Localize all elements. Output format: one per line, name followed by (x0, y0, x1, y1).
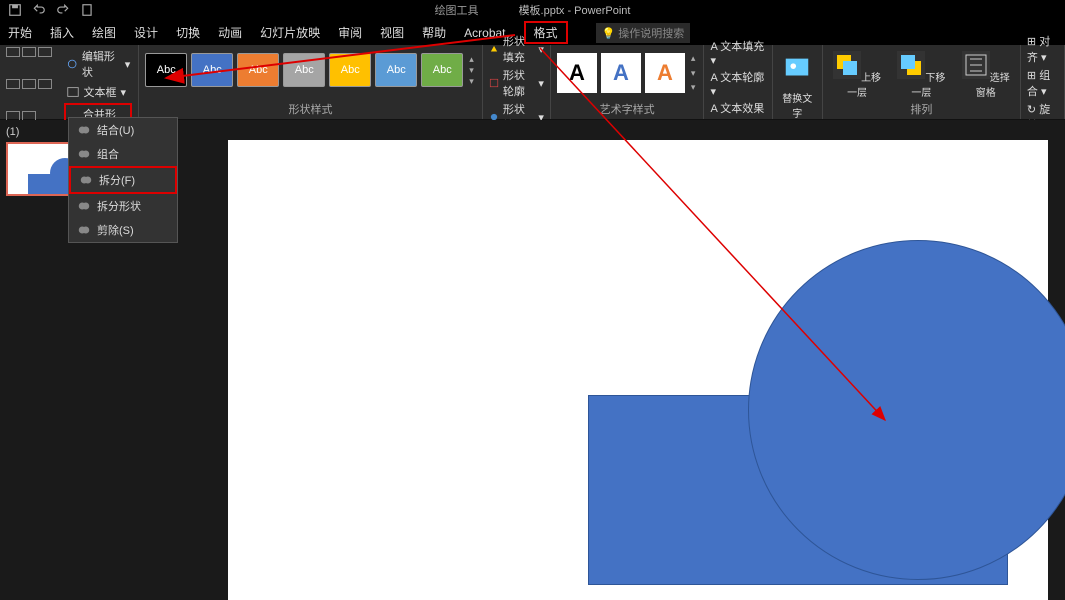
group-arrange: 上移一层 下移一层 选择窗格 排列 (823, 45, 1021, 119)
wordart-preset[interactable]: A (601, 53, 641, 93)
align-button[interactable]: ⊞ 对齐 ▾ (1027, 33, 1058, 65)
send-backward-icon (897, 51, 925, 79)
tab-design[interactable]: 设计 (134, 24, 158, 41)
combine-icon (77, 147, 91, 161)
redo-icon[interactable] (56, 3, 70, 17)
alt-text-button[interactable]: 替换文字 (779, 47, 816, 120)
gallery-scroll[interactable]: ▴▾▾ (689, 53, 698, 93)
group-shape-styles: AbcAbcAbcAbcAbcAbcAbc▴▾▾ 形状样式 (139, 45, 483, 119)
selection-pane-button[interactable]: 选择窗格 (958, 51, 1014, 99)
shape-style-preset[interactable]: Abc (237, 53, 279, 87)
group-insert-shapes: 编辑形状 ▾ 文本框 ▾ 合并形状 ▾ 插入形状 结合(U) 组合 拆分(F) … (0, 45, 139, 119)
slide-canvas[interactable] (228, 140, 1048, 600)
fill-icon (489, 42, 499, 56)
group-wordart: AAA▴▾▾ 艺术字样式 (551, 45, 705, 119)
shape-style-preset[interactable]: Abc (145, 53, 187, 87)
ribbon: 编辑形状 ▾ 文本框 ▾ 合并形状 ▾ 插入形状 结合(U) 组合 拆分(F) … (0, 45, 1065, 120)
shape-style-gallery[interactable]: AbcAbcAbcAbcAbcAbcAbc▴▾▾ (145, 47, 476, 87)
text-fill-button[interactable]: A 文本填充 ▾ (710, 38, 765, 67)
title-bar: 绘图工具 模板.pptx - PowerPoint (0, 0, 1065, 20)
bring-forward-button[interactable]: 上移一层 (829, 51, 885, 99)
fragment-icon (79, 173, 93, 187)
menu-item-subtract[interactable]: 剪除(S) (69, 218, 177, 242)
window-title: 模板.pptx - PowerPoint (519, 2, 631, 18)
save-icon[interactable] (8, 3, 22, 17)
group-button[interactable]: ⊞ 组合 ▾ (1027, 67, 1058, 99)
group-label-wordart: 艺术字样式 (557, 101, 698, 119)
group-accessibility: 替换文字 辅助功能 (773, 45, 823, 119)
shape-outline-button[interactable]: 形状轮廓 ▾ (489, 67, 544, 99)
shape-style-preset[interactable]: Abc (375, 53, 417, 87)
shape-style-preset[interactable]: Abc (421, 53, 463, 87)
tab-help[interactable]: 帮助 (422, 24, 446, 41)
tab-start[interactable]: 开始 (8, 24, 32, 41)
subtract-icon (77, 223, 91, 237)
alt-text-icon (782, 53, 812, 83)
undo-icon[interactable] (32, 3, 46, 17)
tab-view[interactable]: 视图 (380, 24, 404, 41)
shape-style-preset[interactable]: Abc (329, 53, 371, 87)
wordart-gallery[interactable]: AAA▴▾▾ (557, 47, 698, 93)
edit-shape-button[interactable]: 编辑形状 ▾ (64, 47, 133, 81)
tab-review[interactable]: 审阅 (338, 24, 362, 41)
align-rotate-controls: ⊞ 对齐 ▾ ⊞ 组合 ▾ ↻ 旋转 ▾ (1021, 45, 1065, 119)
menu-item-fragment[interactable]: 拆分(F) (69, 166, 177, 194)
shape-style-preset[interactable]: Abc (191, 53, 233, 87)
tab-slideshow[interactable]: 幻灯片放映 (260, 24, 320, 41)
shape-fill-button[interactable]: 形状填充 ▾ (489, 33, 544, 65)
text-box-button[interactable]: 文本框 ▾ (64, 83, 133, 101)
tab-transition[interactable]: 切换 (176, 24, 200, 41)
tell-me-search[interactable]: 💡 操作说明搜索 (596, 23, 691, 43)
text-fill-controls: A 文本填充 ▾ A 文本轮廓 ▾ A 文本效果 ▾ (704, 45, 772, 119)
group-label-arrange: 排列 (829, 101, 1014, 119)
tab-draw[interactable]: 绘图 (92, 24, 116, 41)
new-icon[interactable] (80, 3, 94, 17)
merge-shapes-dropdown: 结合(U) 组合 拆分(F) 拆分形状 剪除(S) (68, 117, 178, 243)
group-label-shape-styles: 形状样式 (145, 101, 476, 119)
shape-style-preset[interactable]: Abc (283, 53, 325, 87)
wordart-preset[interactable]: A (557, 53, 597, 93)
gallery-scroll[interactable]: ▴▾▾ (467, 54, 476, 87)
send-backward-button[interactable]: 下移一层 (893, 51, 949, 99)
intersect-icon (77, 199, 91, 213)
tab-animation[interactable]: 动画 (218, 24, 242, 41)
menu-item-union[interactable]: 结合(U) (69, 118, 177, 142)
tab-insert[interactable]: 插入 (50, 24, 74, 41)
menu-item-combine[interactable]: 组合 (69, 142, 177, 166)
union-icon (77, 123, 91, 137)
text-box-icon (66, 85, 80, 99)
edit-shape-icon (66, 57, 78, 71)
slide-canvas-area (108, 120, 1065, 600)
menu-item-intersect[interactable]: 拆分形状 (69, 194, 177, 218)
outline-icon (489, 76, 499, 90)
bring-forward-icon (833, 51, 861, 79)
wordart-preset[interactable]: A (645, 53, 685, 93)
text-outline-button[interactable]: A 文本轮廓 ▾ (710, 69, 765, 98)
contextual-tab-label: 绘图工具 (435, 2, 479, 18)
shape-fill-controls: 形状填充 ▾ 形状轮廓 ▾ 形状效果 ▾ (483, 45, 551, 119)
selection-pane-icon (962, 51, 990, 79)
